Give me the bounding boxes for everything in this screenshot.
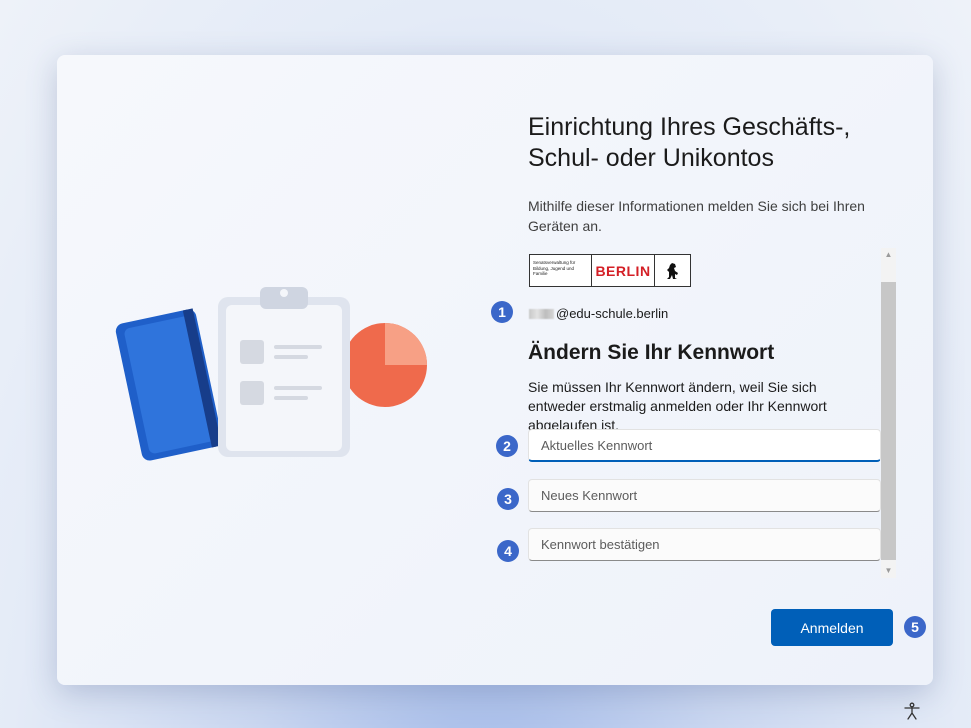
- annotation-badge-2: 2: [496, 435, 518, 457]
- pie-chart-icon: [343, 323, 427, 407]
- scroll-up-icon[interactable]: ▲: [881, 248, 896, 262]
- annotation-badge-4: 4: [497, 540, 519, 562]
- scroll-down-icon[interactable]: ▼: [881, 564, 896, 578]
- scrollbar[interactable]: ▲ ▼: [881, 248, 896, 578]
- change-password-description: Sie müssen Ihr Kennwort ändern, weil Sie…: [528, 379, 827, 433]
- new-password-field[interactable]: [528, 479, 881, 512]
- email-domain: @edu-schule.berlin: [556, 306, 669, 321]
- confirm-password-field[interactable]: [528, 528, 881, 561]
- annotation-badge-3: 3: [497, 488, 519, 510]
- annotation-badge-5: 5: [904, 616, 926, 638]
- account-email: @edu-schule.berlin: [529, 306, 668, 321]
- page-subtitle: Mithilfe dieser Informationen melden Sie…: [528, 198, 865, 234]
- redacted-username: [529, 308, 554, 319]
- clipboard-icon: [218, 287, 350, 457]
- setup-illustration: [115, 287, 427, 461]
- logo-city-name: BERLIN: [592, 255, 655, 286]
- change-password-heading: Ändern Sie Ihr Kennwort: [528, 341, 775, 364]
- scrollbar-thumb[interactable]: [881, 282, 896, 560]
- annotation-badge-1: 1: [491, 301, 513, 323]
- organization-logo: Senatsverwaltung für Bildung, Jugend und…: [529, 254, 691, 287]
- notebook-icon: [115, 308, 223, 461]
- berlin-bear-icon: [655, 255, 690, 286]
- page-title: Einrichtung Ihres Geschäfts-, Schul- ode…: [528, 113, 851, 172]
- accessibility-icon[interactable]: [903, 702, 921, 720]
- current-password-field[interactable]: [528, 429, 881, 462]
- logo-org-text: Senatsverwaltung für Bildung, Jugend und…: [530, 255, 592, 286]
- sign-in-button[interactable]: Anmelden: [771, 609, 893, 646]
